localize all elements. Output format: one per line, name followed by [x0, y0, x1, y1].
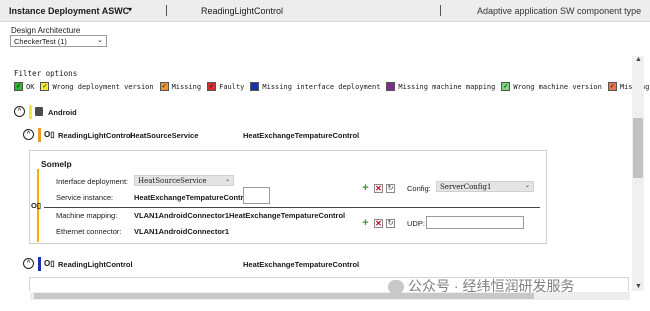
scroll-down-icon[interactable]: ▼ [635, 283, 642, 290]
design-architecture-value: CheckerTest (1) [14, 37, 67, 46]
component-type: Adaptive application SW component type [477, 6, 642, 16]
interface-deployment-value: HeatSourceService [138, 177, 207, 185]
refresh-icon[interactable]: ↻ [386, 218, 395, 228]
filter-option-label: Wrong machine version [513, 82, 602, 91]
filter-options-row: ✓ OK ✓ Wrong deployment version ✓ Missin… [14, 82, 650, 91]
instance-name: ReadingLightControl [58, 260, 133, 269]
config-select[interactable]: ServerConfig1 ⌄ [436, 181, 534, 192]
interface-deployment-select[interactable]: HeatSourceService ⌄ [134, 175, 234, 186]
scrollbar-thumb[interactable] [633, 118, 643, 178]
refresh-icon[interactable]: ↻ [386, 183, 395, 193]
instance-port-name: HeatExchangeTempatureControl [243, 260, 360, 269]
filter-option-label: Faulty [219, 82, 245, 91]
title-dropdown-caret-icon[interactable]: ▾ [128, 5, 132, 14]
filter-checkbox[interactable]: ✓ [607, 82, 617, 91]
design-architecture-select[interactable]: CheckerTest (1) ⌄ [10, 35, 107, 47]
machine-mapping-value: VLAN1AndroidConnector1HeatExchangeTempat… [134, 211, 346, 220]
filter-option-label: Missing [171, 82, 202, 91]
collapse-machine-button[interactable]: ^ [14, 106, 25, 117]
machine-mapping-label: Machine mapping: [56, 211, 118, 220]
filter-checkbox[interactable]: ✓ [159, 82, 169, 91]
interface-deployment-label: Interface deployment: [56, 177, 129, 186]
config-value: ServerConfig1 [440, 183, 492, 191]
filter-option-ok[interactable]: ✓ OK [14, 82, 34, 91]
design-architecture-label: Design Architecture [11, 26, 81, 35]
connector-actions: + ✕ ↻ [360, 217, 395, 229]
instance-port-name: HeatExchangeTempatureControl [243, 131, 360, 140]
filter-option-missing-interface-deployment[interactable]: Missing interface deployment [250, 82, 380, 91]
instance-status-bar [38, 257, 41, 271]
config-label: Config: [407, 184, 431, 193]
machine-name: Android [48, 108, 77, 117]
instance-status-bar [38, 128, 41, 142]
filter-option-wrong-machine-version[interactable]: ✓ Wrong machine version [501, 82, 602, 91]
component-name: ReadingLightControl [201, 6, 284, 16]
provided-port-icon: O▯ [44, 259, 55, 268]
add-icon[interactable]: + [360, 217, 371, 229]
filter-option-wrong-deployment-version[interactable]: ✓ Wrong deployment version [40, 82, 154, 91]
filter-option-faulty[interactable]: ✓ Faulty [207, 82, 244, 91]
add-icon[interactable]: + [360, 182, 371, 194]
filter-option-missing-machine-mapping[interactable]: Missing machine mapping [386, 82, 495, 91]
machine-status-bar [29, 105, 32, 119]
watermark: 公众号 · 经纬恒润研发服务 [388, 276, 574, 296]
ethernet-connector-value: VLAN1AndroidConnector1 [134, 227, 230, 236]
android-device-icon [35, 107, 43, 116]
header-divider [440, 5, 441, 16]
someip-title: SomeIp [41, 159, 72, 169]
filter-option-label: OK [26, 82, 35, 91]
wechat-icon [388, 280, 404, 295]
someip-panel: SomeIp Interface deployment: HeatSourceS… [29, 150, 547, 244]
filter-checkbox[interactable] [250, 82, 260, 91]
filter-options-title: Filter options [14, 69, 78, 78]
filter-option-label: Wrong deployment version [52, 82, 154, 91]
service-instance-label: Service instance: [56, 193, 114, 202]
filter-option-label: Missing machine mapping [398, 82, 496, 91]
udp-label: UDP: [407, 219, 425, 228]
filter-checkbox[interactable]: ✓ [14, 82, 23, 91]
udp-input[interactable] [426, 216, 524, 229]
remove-icon[interactable]: ✕ [374, 218, 383, 228]
scroll-up-icon[interactable]: ▲ [635, 56, 642, 63]
ethernet-connector-label: Ethernet connector: [56, 227, 122, 236]
filter-checkbox[interactable]: ✓ [40, 82, 50, 91]
service-instance-input[interactable] [243, 187, 270, 204]
section-divider [44, 207, 540, 208]
provided-port-icon: O▯ [44, 130, 55, 139]
filter-option-label: Missing interface deployment [262, 82, 381, 91]
instance-service: HeatSourceService [130, 131, 199, 140]
collapse-instance-button[interactable]: ^ [23, 129, 34, 140]
filter-checkbox[interactable]: ✓ [207, 82, 217, 91]
chevron-down-icon: ⌄ [224, 176, 230, 183]
instance-deployment-title: Instance Deployment ASWC [9, 6, 130, 16]
chevron-down-icon: ⌄ [97, 37, 103, 44]
watermark-text: 公众号 · 经纬恒润研发服务 [408, 278, 575, 294]
vertical-scrollbar[interactable]: ▲ ▼ [632, 56, 644, 291]
header-bar: Instance Deployment ASWC ▾ ReadingLightC… [0, 0, 650, 22]
provided-port-icon: O▯ [31, 201, 41, 210]
remove-icon[interactable]: ✕ [374, 183, 383, 193]
instance-name: ReadingLightControl [58, 131, 133, 140]
filter-checkbox[interactable] [386, 82, 396, 91]
service-actions: + ✕ ↻ [360, 182, 395, 194]
service-instance-value: HeatExchangeTempatureControl [134, 193, 251, 202]
chevron-down-icon: ⌄ [524, 182, 530, 189]
header-divider [166, 5, 167, 16]
collapse-instance-button[interactable]: ^ [23, 258, 34, 269]
filter-checkbox[interactable]: ✓ [501, 82, 511, 91]
filter-option-missing[interactable]: ✓ Missing [159, 82, 202, 91]
